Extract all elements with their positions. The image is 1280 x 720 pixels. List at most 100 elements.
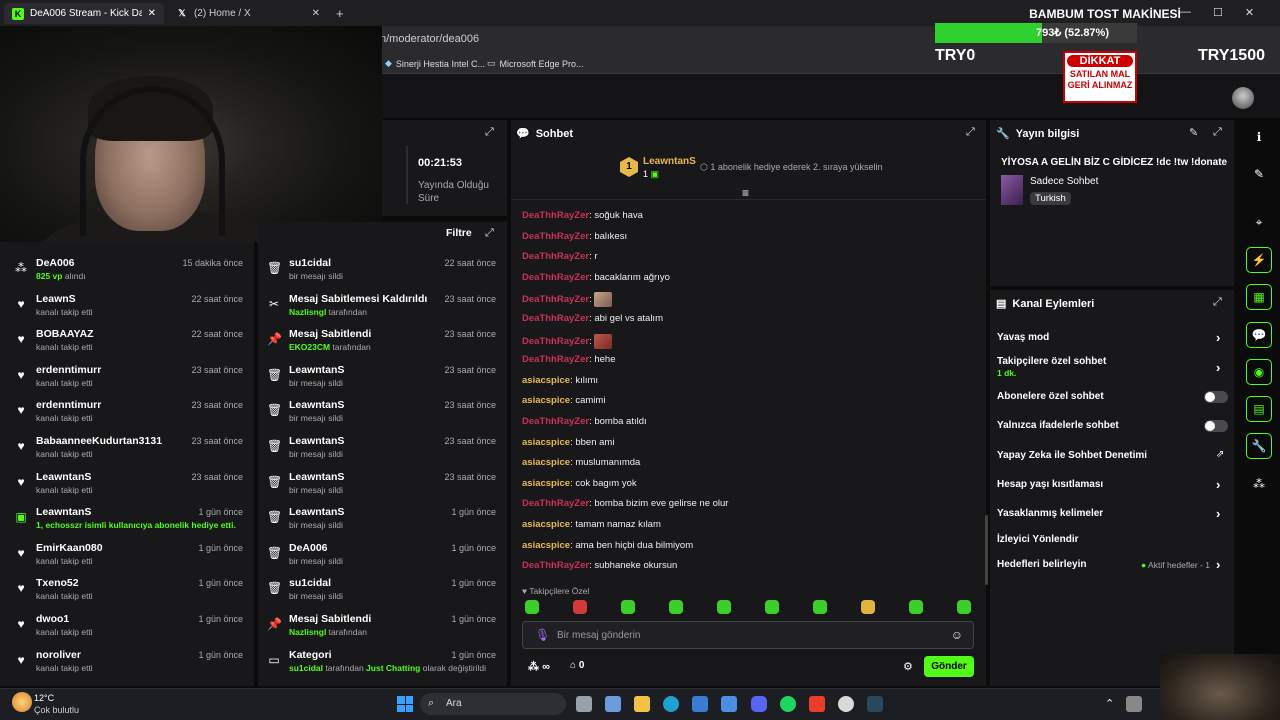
discord-icon[interactable] xyxy=(751,696,767,712)
subscribers-only-toggle[interactable] xyxy=(1204,391,1228,403)
list-item[interactable]: ⁂ DeA006 825 vp alındı 15 dakika önce xyxy=(14,257,243,291)
emotes-only-toggle[interactable] xyxy=(1204,420,1228,432)
chat-username[interactable]: DeaThhRayZer xyxy=(522,560,589,571)
expand-icon[interactable]: ⤢ xyxy=(966,126,978,138)
chat-message[interactable]: asiacspice: kılımı xyxy=(522,375,598,386)
edit-icon[interactable]: ✎ xyxy=(1189,126,1198,139)
emote-icon[interactable] xyxy=(909,600,923,614)
focus-icon[interactable]: ⌖ xyxy=(1246,209,1272,235)
chat-scrollbar[interactable] xyxy=(985,515,988,585)
info-icon[interactable]: ℹ xyxy=(1246,124,1272,150)
clipboard-icon[interactable]: ▦ xyxy=(1246,284,1272,310)
close-icon[interactable]: ✕ xyxy=(312,8,320,19)
list-item[interactable]: ♥ LeawnS kanalı takip etti 22 saat önce xyxy=(14,293,243,327)
chat-username[interactable]: DeaThhRayZer xyxy=(522,416,589,427)
chevron-right-icon[interactable]: › xyxy=(1216,477,1220,492)
chat-message[interactable]: DeaThhRayZer: bomba bizim eve gelirse ne… xyxy=(522,498,728,509)
chat-message[interactable]: asiacspice: bben ami xyxy=(522,437,614,448)
list-item[interactable]: 🗑 su1cidal bir mesajı sildi 22 saat önce xyxy=(267,257,496,291)
send-button[interactable]: Gönder xyxy=(924,656,974,677)
chat-input[interactable]: 🎙 Bir mesaj gönderin ☺ xyxy=(522,621,974,649)
chat-username[interactable]: asiacspice xyxy=(522,478,570,489)
new-tab-icon[interactable]: + xyxy=(336,6,344,21)
chat-message[interactable]: DeaThhRayZer: bacaklarım ağrıyo xyxy=(522,272,670,283)
close-window-icon[interactable]: ✕ xyxy=(1245,6,1254,19)
list-item[interactable]: ♥ Txeno52 kanalı takip etti 1 gün önce xyxy=(14,577,243,611)
chat-icon[interactable]: 💬 xyxy=(1246,322,1272,348)
edge-icon[interactable] xyxy=(663,696,679,712)
list-item[interactable]: ♥ dwoo1 kanalı takip etti 1 gün önce xyxy=(14,613,243,647)
avatar[interactable] xyxy=(1232,87,1254,109)
emote-icon[interactable] xyxy=(573,600,587,614)
list-item[interactable]: ♥ erdenntimurr kanalı takip etti 23 saat ön… xyxy=(14,364,243,398)
external-link-icon[interactable]: ⇗ xyxy=(1216,449,1224,460)
list-item[interactable]: ✂ Mesaj Sabitlemesi Kaldırıldı Nazlisngl t… xyxy=(267,293,496,327)
lightning-icon[interactable]: ⚡ xyxy=(1246,247,1272,273)
action-ai-moderation[interactable]: Yapay Zeka ile Sohbet Denetimi xyxy=(997,450,1147,461)
chat-username[interactable]: DeaThhRayZer xyxy=(522,251,589,262)
chat-message[interactable]: asiacspice: muslumanımda xyxy=(522,457,640,468)
server-icon[interactable]: ▤ xyxy=(1246,396,1272,422)
chevron-right-icon[interactable]: › xyxy=(1216,506,1220,521)
tab-kick-dashboard[interactable]: K DeA006 Stream - Kick Dashboard ✕ xyxy=(4,3,164,24)
list-item[interactable]: 📌 Mesaj Sabitlendi Nazlisngl tarafından 1 g… xyxy=(267,613,496,647)
filter-label[interactable]: Filtre xyxy=(446,227,472,239)
list-item[interactable]: ♥ BOBAAYAZ kanalı takip etti 22 saat önce xyxy=(14,328,243,362)
chat-username[interactable]: DeaThhRayZer xyxy=(522,210,589,221)
wrench-icon[interactable]: 🔧 xyxy=(1246,433,1272,459)
maximize-icon[interactable]: ☐ xyxy=(1213,6,1223,19)
chat-message[interactable]: DeaThhRayZer: r xyxy=(522,251,598,262)
list-item[interactable]: 🗑 LeawntanS bir mesajı sildi 23 saat önce xyxy=(267,471,496,505)
emote-icon[interactable] xyxy=(717,600,731,614)
chat-username[interactable]: asiacspice xyxy=(522,375,570,386)
store-app-icon[interactable] xyxy=(692,696,708,712)
weather-icon[interactable] xyxy=(12,692,32,712)
chat-username[interactable]: DeaThhRayZer xyxy=(522,336,589,347)
channel-points[interactable]: ⁂ ∞ xyxy=(528,660,550,673)
widgets-icon[interactable] xyxy=(605,696,621,712)
list-item[interactable]: 🗑 LeawntanS bir mesajı sildi 23 saat önce xyxy=(267,399,496,433)
mail-icon[interactable] xyxy=(721,696,737,712)
list-item[interactable]: 🗑 LeawntanS bir mesajı sildi 1 gün önce xyxy=(267,506,496,540)
chat-message[interactable]: DeaThhRayZer: balıkesı xyxy=(522,231,627,242)
brave-icon[interactable] xyxy=(809,696,825,712)
tray-icon[interactable] xyxy=(1126,696,1142,712)
chat-username[interactable]: DeaThhRayZer xyxy=(522,498,589,509)
url-text[interactable]: n/moderator/dea006 xyxy=(380,33,479,45)
action-account-age[interactable]: Hesap yaşı kısıtlaması xyxy=(997,479,1103,490)
expand-icon[interactable]: ⤢ xyxy=(485,227,497,239)
chat-message[interactable]: DeaThhRayZer: hehe xyxy=(522,354,615,365)
list-item[interactable]: 🗑 su1cidal bir mesajı sildi 1 gün önce xyxy=(267,577,496,611)
emote-icon[interactable] xyxy=(765,600,779,614)
top-gifter-name[interactable]: LeawntanS xyxy=(643,156,696,167)
expand-icon[interactable]: ⤢ xyxy=(1213,296,1225,308)
chat-message[interactable]: asiacspice: ama ben hiçbi dua bilmiyom xyxy=(522,540,693,551)
expand-icon[interactable]: ⤢ xyxy=(485,126,497,138)
list-item[interactable]: ▭ Kategori su1cidal tarafından Just Chatti… xyxy=(267,649,496,683)
chat-message[interactable]: DeaThhRayZer: abi gel vs atalım xyxy=(522,313,663,324)
list-item[interactable]: ♥ noroliver kanalı takip etti 1 gün önce xyxy=(14,649,243,683)
collapse-icon[interactable]: ≡ xyxy=(742,186,749,200)
chat-username[interactable]: DeaThhRayZer xyxy=(522,354,589,365)
action-banned-words[interactable]: Yasaklanmış kelimeler xyxy=(997,508,1103,519)
chat-message[interactable]: DeaThhRayZer: xyxy=(522,333,613,349)
chat-username[interactable]: asiacspice xyxy=(522,457,570,468)
chevron-right-icon[interactable]: › xyxy=(1216,557,1220,572)
task-view-icon[interactable] xyxy=(576,696,592,712)
settings-icon[interactable]: ⚙ xyxy=(903,660,913,673)
chat-username[interactable]: asiacspice xyxy=(522,395,570,406)
chat-username[interactable]: DeaThhRayZer xyxy=(522,313,589,324)
pencil-icon[interactable]: ✎ xyxy=(1246,161,1272,187)
chat-username[interactable]: asiacspice xyxy=(522,437,570,448)
expand-icon[interactable]: ⤢ xyxy=(1213,126,1225,138)
obs-icon[interactable] xyxy=(838,696,854,712)
chat-message[interactable]: DeaThhRayZer: bomba atıldı xyxy=(522,416,647,427)
emote-icon[interactable] xyxy=(813,600,827,614)
microphone-icon[interactable]: 🎙 xyxy=(535,628,550,642)
chevron-right-icon[interactable]: › xyxy=(1216,330,1220,345)
spotify-icon[interactable] xyxy=(780,696,796,712)
emoji-icon[interactable]: ☺ xyxy=(951,628,963,642)
list-item[interactable]: 🗑 LeawntanS bir mesajı sildi 23 saat önce xyxy=(267,435,496,469)
bookmark-edge[interactable]: ▭ Microsoft Edge Pro... xyxy=(487,58,584,69)
list-item[interactable]: 🗑 LeawntanS bir mesajı sildi 23 saat önce xyxy=(267,364,496,398)
